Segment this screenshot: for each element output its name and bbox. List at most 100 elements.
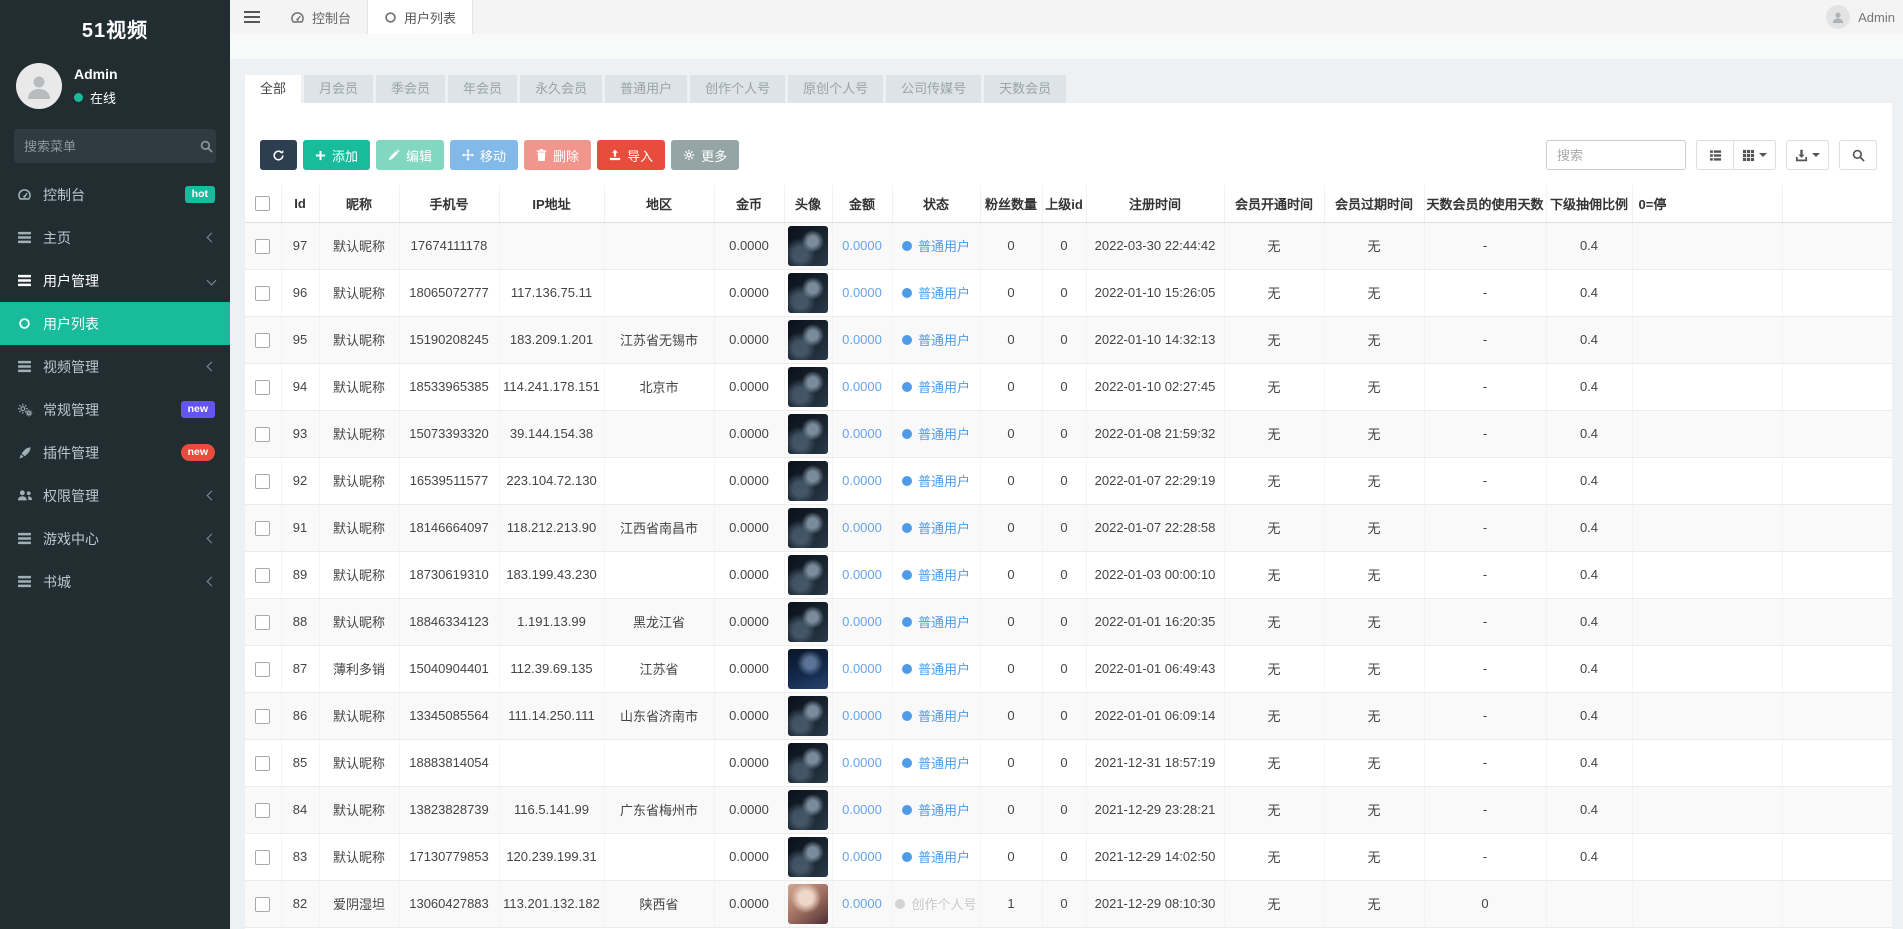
filter-tab-年会员[interactable]: 年会员 xyxy=(448,75,517,103)
filter-tab-公司传媒号[interactable]: 公司传媒号 xyxy=(886,75,981,103)
row-checkbox[interactable] xyxy=(255,333,270,348)
table-row[interactable]: 88默认昵称188463341231.191.13.99黑龙江省0.00000.… xyxy=(245,598,1892,645)
column-header-IP地址[interactable]: IP地址 xyxy=(499,185,604,222)
table-row[interactable]: 87薄利多销15040904401112.39.69.135江苏省0.00000… xyxy=(245,645,1892,692)
topbar-tab-用户列表[interactable]: 用户列表 xyxy=(367,0,473,34)
table-row[interactable]: 86默认昵称13345085564111.14.250.111山东省济南市0.0… xyxy=(245,692,1892,739)
amount-link[interactable]: 0.0000 xyxy=(842,379,882,394)
table-row[interactable]: 93默认昵称1507339332039.144.154.380.00000.00… xyxy=(245,410,1892,457)
sidebar-item-权限管理[interactable]: 权限管理 xyxy=(0,474,230,517)
table-row[interactable]: 92默认昵称16539511577223.104.72.1300.00000.0… xyxy=(245,457,1892,504)
edit-button[interactable]: 编辑 xyxy=(376,140,444,170)
status-badge[interactable]: 普通用户 xyxy=(902,377,970,396)
move-button[interactable]: 移动 xyxy=(450,140,518,170)
sidebar-item-插件管理[interactable]: 插件管理new xyxy=(0,431,230,474)
avatar-image[interactable] xyxy=(788,414,828,454)
row-checkbox[interactable] xyxy=(255,568,270,583)
amount-link[interactable]: 0.0000 xyxy=(842,238,882,253)
sidebar-item-书城[interactable]: 书城 xyxy=(0,560,230,603)
table-row[interactable]: 83默认昵称17130779853120.239.199.310.00000.0… xyxy=(245,833,1892,880)
status-badge[interactable]: 普通用户 xyxy=(902,706,970,725)
column-header-会员过期时间[interactable]: 会员过期时间 xyxy=(1324,185,1424,222)
amount-link[interactable]: 0.0000 xyxy=(842,661,882,676)
sidebar-item-游戏中心[interactable]: 游戏中心 xyxy=(0,517,230,560)
avatar-image[interactable] xyxy=(788,602,828,642)
table-row[interactable]: 95默认昵称15190208245183.209.1.201江苏省无锡市0.00… xyxy=(245,316,1892,363)
column-header-粉丝数量[interactable]: 粉丝数量 xyxy=(980,185,1042,222)
status-badge[interactable]: 普通用户 xyxy=(902,847,970,866)
column-header-金额[interactable]: 金额 xyxy=(832,185,892,222)
status-badge[interactable]: 普通用户 xyxy=(902,471,970,490)
row-checkbox[interactable] xyxy=(255,286,270,301)
topbar-user-menu[interactable]: Admin xyxy=(1826,0,1903,34)
add-button[interactable]: 添加 xyxy=(303,140,370,170)
row-checkbox[interactable] xyxy=(255,756,270,771)
table-row[interactable]: 85默认昵称188838140540.00000.0000普通用户002021-… xyxy=(245,739,1892,786)
column-header-状态[interactable]: 状态 xyxy=(892,185,980,222)
filter-tab-普通用户[interactable]: 普通用户 xyxy=(605,75,687,103)
avatar-image[interactable] xyxy=(788,696,828,736)
amount-link[interactable]: 0.0000 xyxy=(842,332,882,347)
amount-link[interactable]: 0.0000 xyxy=(842,567,882,582)
row-checkbox[interactable] xyxy=(255,850,270,865)
more-button[interactable]: 更多 xyxy=(671,140,739,170)
column-header-手机号[interactable]: 手机号 xyxy=(399,185,499,222)
import-button[interactable]: 导入 xyxy=(597,140,665,170)
sidebar-item-控制台[interactable]: 控制台hot xyxy=(0,173,230,216)
status-badge[interactable]: 普通用户 xyxy=(902,565,970,584)
column-header-昵称[interactable]: 昵称 xyxy=(319,185,399,222)
column-header-头像[interactable]: 头像 xyxy=(784,185,832,222)
table-row[interactable]: 84默认昵称13823828739116.5.141.99广东省梅州市0.000… xyxy=(245,786,1892,833)
avatar-image[interactable] xyxy=(788,508,828,548)
filter-tab-永久会员[interactable]: 永久会员 xyxy=(520,75,602,103)
row-checkbox[interactable] xyxy=(255,427,270,442)
avatar-image[interactable] xyxy=(788,461,828,501)
status-badge[interactable]: 普通用户 xyxy=(902,518,970,537)
amount-link[interactable]: 0.0000 xyxy=(842,802,882,817)
row-checkbox[interactable] xyxy=(255,615,270,630)
amount-link[interactable]: 0.0000 xyxy=(842,896,882,911)
view-detail-button[interactable] xyxy=(1696,140,1734,170)
avatar-image[interactable] xyxy=(788,367,828,407)
avatar-image[interactable] xyxy=(788,320,828,360)
select-all-checkbox[interactable] xyxy=(255,196,270,211)
filter-tab-创作个人号[interactable]: 创作个人号 xyxy=(690,75,785,103)
filter-tab-月会员[interactable]: 月会员 xyxy=(304,75,373,103)
avatar-image[interactable] xyxy=(788,837,828,877)
refresh-button[interactable] xyxy=(260,140,297,170)
status-badge[interactable]: 普通用户 xyxy=(902,283,970,302)
search-icon[interactable] xyxy=(200,140,213,153)
avatar-image[interactable] xyxy=(788,226,828,266)
status-badge[interactable]: 普通用户 xyxy=(902,612,970,631)
column-header-Id[interactable]: Id xyxy=(281,185,319,222)
sidebar-item-用户管理[interactable]: 用户管理 xyxy=(0,259,230,302)
amount-link[interactable]: 0.0000 xyxy=(842,755,882,770)
amount-link[interactable]: 0.0000 xyxy=(842,426,882,441)
filter-tab-天数会员[interactable]: 天数会员 xyxy=(984,75,1066,103)
table-row[interactable]: 94默认昵称18533965385114.241.178.151北京市0.000… xyxy=(245,363,1892,410)
row-checkbox[interactable] xyxy=(255,803,270,818)
row-checkbox[interactable] xyxy=(255,709,270,724)
amount-link[interactable]: 0.0000 xyxy=(842,473,882,488)
column-header-地区[interactable]: 地区 xyxy=(604,185,714,222)
filter-tab-原创个人号[interactable]: 原创个人号 xyxy=(788,75,883,103)
row-checkbox[interactable] xyxy=(255,662,270,677)
table-row[interactable]: 97默认昵称176741111780.00000.0000普通用户002022-… xyxy=(245,222,1892,269)
column-header-会员开通时间[interactable]: 会员开通时间 xyxy=(1224,185,1324,222)
column-header-天数会员的使用天数[interactable]: 天数会员的使用天数 xyxy=(1424,185,1546,222)
amount-link[interactable]: 0.0000 xyxy=(842,520,882,535)
column-header-注册时间[interactable]: 注册时间 xyxy=(1086,185,1224,222)
sidebar-item-视频管理[interactable]: 视频管理 xyxy=(0,345,230,388)
amount-link[interactable]: 0.0000 xyxy=(842,849,882,864)
column-header-上级id[interactable]: 上级id xyxy=(1042,185,1086,222)
column-header-下级抽佣比例[interactable]: 下级抽佣比例 xyxy=(1546,185,1632,222)
avatar-image[interactable] xyxy=(788,884,828,924)
status-badge[interactable]: 普通用户 xyxy=(902,800,970,819)
topbar-tab-控制台[interactable]: 控制台 xyxy=(274,0,367,34)
status-badge[interactable]: 普通用户 xyxy=(902,753,970,772)
avatar-image[interactable] xyxy=(788,273,828,313)
status-badge[interactable]: 普通用户 xyxy=(902,424,970,443)
table-row[interactable]: 96默认昵称18065072777117.136.75.110.00000.00… xyxy=(245,269,1892,316)
avatar-image[interactable] xyxy=(788,649,828,689)
delete-button[interactable]: 删除 xyxy=(524,140,591,170)
